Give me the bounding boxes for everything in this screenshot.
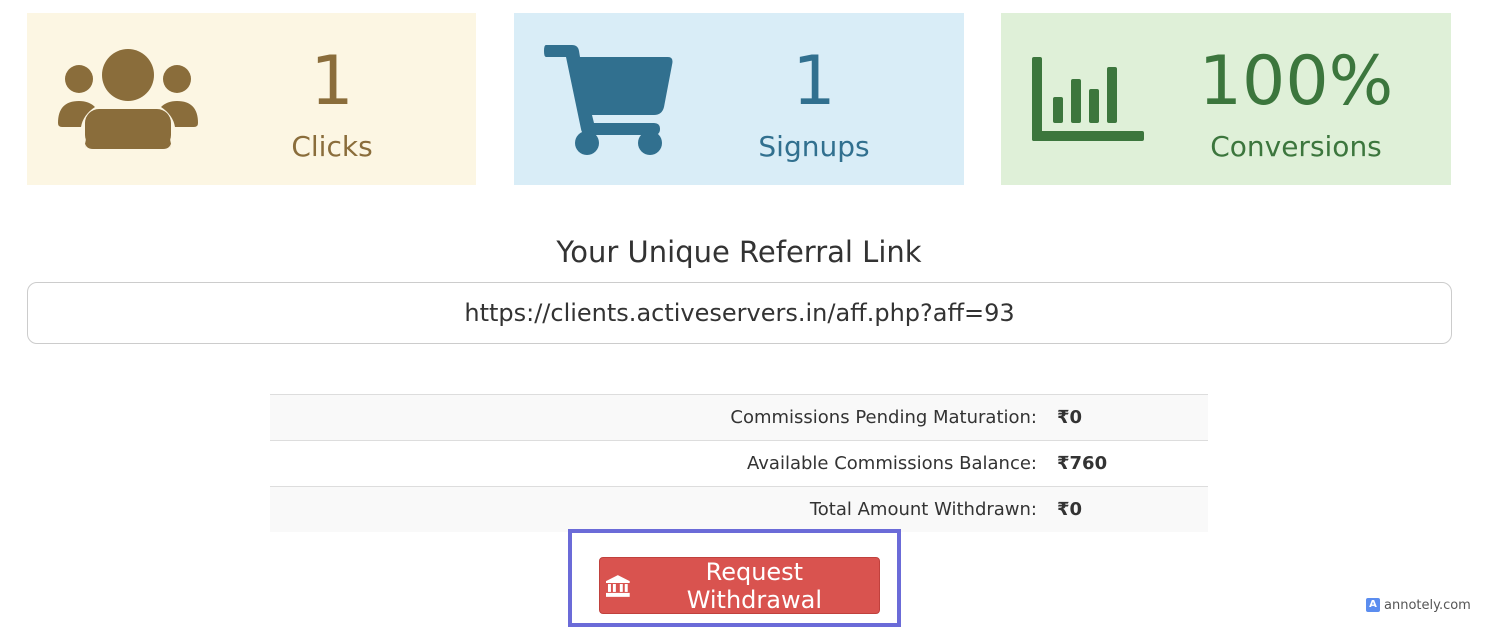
annotely-watermark: A annotely.com <box>1362 594 1475 616</box>
signups-label: Signups <box>758 130 870 163</box>
pending-maturation-label: Commissions Pending Maturation: <box>270 394 1057 441</box>
shopping-cart-icon <box>544 45 673 155</box>
commissions-table: Commissions Pending Maturation: ₹0 Avail… <box>270 394 1208 532</box>
referral-link-input[interactable] <box>27 282 1452 344</box>
referral-link-title: Your Unique Referral Link <box>556 235 922 269</box>
clicks-count: 1 <box>310 42 354 121</box>
watermark-text: annotely.com <box>1384 597 1471 613</box>
total-withdrawn-label: Total Amount Withdrawn: <box>270 486 1057 532</box>
signups-count: 1 <box>792 42 836 121</box>
table-row: Available Commissions Balance: ₹760 <box>270 440 1208 487</box>
request-withdrawal-button[interactable]: Request Withdrawal <box>599 557 880 614</box>
total-withdrawn-value: ₹0 <box>1057 486 1208 532</box>
bar-chart-icon <box>1032 57 1144 141</box>
conversions-stat-box: 100% Conversions <box>1001 13 1451 185</box>
available-balance-label: Available Commissions Balance: <box>270 440 1057 487</box>
bank-icon <box>606 574 630 597</box>
signups-stat-box: 1 Signups <box>514 13 964 185</box>
users-icon <box>58 49 198 149</box>
available-balance-value: ₹760 <box>1057 440 1208 487</box>
conversions-label: Conversions <box>1210 130 1382 163</box>
clicks-label: Clicks <box>291 130 373 163</box>
conversions-percent: 100% <box>1198 42 1394 121</box>
annotely-logo-icon: A <box>1366 598 1380 612</box>
table-row: Commissions Pending Maturation: ₹0 <box>270 394 1208 441</box>
pending-maturation-value: ₹0 <box>1057 394 1208 441</box>
table-row: Total Amount Withdrawn: ₹0 <box>270 486 1208 532</box>
clicks-stat-box: 1 Clicks <box>27 13 476 185</box>
request-withdrawal-label: Request Withdrawal <box>686 557 822 614</box>
